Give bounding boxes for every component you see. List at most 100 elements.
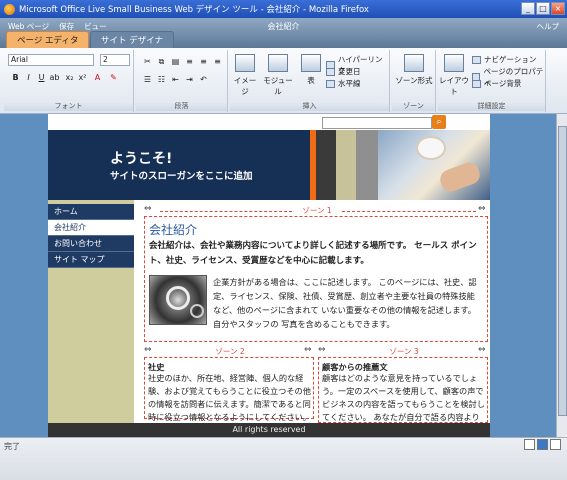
insert-date-button[interactable]: 変更日	[326, 66, 361, 77]
scrollbar-thumb[interactable]	[558, 126, 567, 416]
zone-group-label: ゾーン	[392, 101, 435, 111]
insert-image-button[interactable]: イメージ	[232, 54, 258, 97]
status-page-icon[interactable]	[524, 439, 535, 450]
table-icon	[301, 54, 321, 72]
background-icon	[472, 79, 481, 88]
insert-group: イメージ モジュール 表 ハイパーリンク 変更日 水平線 挿入	[230, 50, 390, 112]
number-list-icon[interactable]: ☷	[156, 74, 167, 85]
app-menubar: Web ページ 保存 ビュー 会社紹介 ヘルプ ページ エディタ サイト デザイ…	[0, 18, 567, 49]
zone2-box[interactable]: 社史 社史のほか、所在地、経営陣、個人的な経験、および覚えてもらうことに役立つそ…	[144, 357, 314, 422]
site-slogan: サイトのスローガンをここに追加	[110, 171, 253, 182]
status-bar: 完了	[0, 437, 567, 480]
bold-button[interactable]: B	[10, 72, 21, 83]
nav-item-about[interactable]: 会社紹介	[48, 220, 134, 236]
font-size-select[interactable]: 2	[100, 54, 130, 66]
zone3-handle-left[interactable]: ⇔	[318, 345, 326, 355]
zone1-handle-right[interactable]: ⇔	[478, 204, 486, 214]
strikethrough-button[interactable]: ab	[49, 72, 60, 83]
zone-group: ゾーン形式 ゾーン	[392, 50, 436, 112]
web-page: ⌕ ようこそ! サイトのスローガンをここに追加 ホーム 会社紹介 お問い合わせ …	[48, 114, 490, 448]
dark-stripe	[316, 130, 336, 200]
gray-stripe	[356, 130, 378, 200]
paragraph-group-label: 段落	[136, 101, 227, 111]
main-content: ⇔ ⇔ ゾーン 1 会社紹介 会社紹介は、会社や業務内容についてより詳しく記述す…	[134, 200, 490, 448]
align-left-icon[interactable]: ≡	[184, 56, 195, 67]
zone-format-label: ゾーン形式	[395, 76, 433, 85]
cut-icon[interactable]: ✂	[142, 56, 153, 67]
zone1-top-line-right	[342, 211, 476, 212]
zone1-top-line-left	[160, 211, 292, 212]
zone-format-button[interactable]: ゾーン形式	[394, 54, 434, 86]
zone1-box[interactable]: 会社紹介 会社紹介は、会社や業務内容についてより詳しく記述する場所です。 セール…	[144, 216, 488, 342]
zone2-handle-left[interactable]: ⇔	[144, 345, 152, 355]
tab-page-editor[interactable]: ページ エディタ	[6, 31, 90, 49]
maximize-button[interactable]: □	[536, 2, 550, 15]
zone1-label: ゾーン 1	[302, 206, 332, 215]
insert-table-button[interactable]: 表	[300, 54, 322, 86]
module-icon	[268, 54, 288, 72]
superscript-button[interactable]: x²	[77, 72, 88, 83]
minimize-button[interactable]: _	[521, 2, 535, 15]
align-right-icon[interactable]: ≡	[212, 56, 223, 67]
zone1-title: 会社紹介	[149, 223, 198, 237]
navigation-icon	[472, 55, 481, 64]
site-footer: All rights reserved	[48, 423, 490, 437]
zone3-label: ゾーン 3	[389, 347, 419, 356]
insert-date-label: 変更日	[338, 67, 361, 76]
indent-icon[interactable]: ⇥	[184, 74, 195, 85]
align-center-icon[interactable]: ≡	[198, 56, 209, 67]
paragraph-group: ✂ ⧉ ▤ ≡ ≡ ≡ ☰ ☷ ⇤ ⇥ ↶ 段落	[136, 50, 228, 112]
zone3-box[interactable]: 顧客からの推薦文 顧客はどのような意見を持っているでしょう。一定のスペースを使用…	[318, 357, 488, 448]
editor-canvas: ⌕ ようこそ! サイトのスローガンをここに追加 ホーム 会社紹介 お問い合わせ …	[0, 114, 567, 448]
tab-site-designer[interactable]: サイト デザイナ	[90, 31, 175, 49]
zone-icon	[404, 54, 424, 72]
highlight-button[interactable]: ✎	[108, 72, 119, 83]
help-link[interactable]: ヘルプ	[537, 21, 560, 32]
font-group-label: フォント	[4, 101, 133, 111]
zone1-photo	[149, 275, 207, 325]
italic-button[interactable]: I	[23, 72, 34, 83]
zone1-handle-left[interactable]: ⇔	[144, 204, 152, 214]
copy-icon[interactable]: ⧉	[156, 56, 167, 67]
window-titlebar: Microsoft Office Live Small Business Web…	[0, 0, 567, 18]
zone2-handle-right[interactable]: ⇔	[304, 345, 312, 355]
nav-item-contact[interactable]: お問い合わせ	[48, 236, 134, 252]
status-text: 完了	[4, 442, 20, 451]
options-group: レイアウト ナビゲーション ページのプロパティ ページ背景 詳細設定	[438, 50, 546, 112]
insert-hr-button[interactable]: 水平線	[326, 78, 361, 89]
search-input[interactable]	[322, 117, 432, 129]
zone3-handle-right[interactable]: ⇔	[478, 345, 486, 355]
page-background-label: ページ背景	[484, 79, 522, 88]
bullet-list-icon[interactable]: ☰	[142, 74, 153, 85]
navigation-button[interactable]: ナビゲーション	[472, 54, 536, 65]
layout-icon	[444, 54, 464, 72]
search-button[interactable]: ⌕	[432, 115, 446, 129]
welcome-heading: ようこそ!	[110, 151, 173, 167]
undo-icon[interactable]: ↶	[198, 74, 209, 85]
zone1-lead: 会社紹介は、会社や業務内容についてより詳しく記述する場所です。 セールス ポイン…	[149, 241, 477, 266]
nav-item-home[interactable]: ホーム	[48, 204, 134, 220]
layout-label: レイアウト	[439, 76, 469, 96]
status-addon-icon[interactable]	[537, 439, 548, 450]
status-secure-icon[interactable]	[550, 439, 561, 450]
outdent-icon[interactable]: ⇤	[170, 74, 181, 85]
font-color-button[interactable]: A	[92, 72, 103, 83]
zone1-body: 企業方針がある場合は、ここに記述します。 このページには、社史、認定、ライセンス…	[213, 277, 477, 329]
page-background-button[interactable]: ページ背景	[472, 78, 521, 89]
insert-hr-label: 水平線	[338, 79, 361, 88]
layout-button[interactable]: レイアウト	[438, 54, 470, 97]
insert-module-button[interactable]: モジュール	[260, 54, 296, 97]
paste-icon[interactable]: ▤	[170, 56, 181, 67]
vertical-scrollbar[interactable]	[556, 114, 567, 437]
tan-stripe	[336, 130, 356, 200]
font-name-select[interactable]: Arial	[8, 54, 94, 66]
subscript-button[interactable]: x₂	[64, 72, 75, 83]
insert-image-label: イメージ	[233, 76, 257, 96]
site-navigation: ホーム 会社紹介 お問い合わせ サイト マップ	[48, 200, 134, 437]
zone2-body: 社史のほか、所在地、経営陣、個人的な経験、および覚えてもらうことに役立つその他の…	[148, 373, 312, 422]
banner-photo	[378, 130, 490, 200]
underline-button[interactable]: U	[36, 72, 47, 83]
options-group-label: 詳細設定	[438, 101, 545, 111]
nav-item-sitemap[interactable]: サイト マップ	[48, 252, 134, 268]
close-button[interactable]: ×	[551, 2, 565, 15]
